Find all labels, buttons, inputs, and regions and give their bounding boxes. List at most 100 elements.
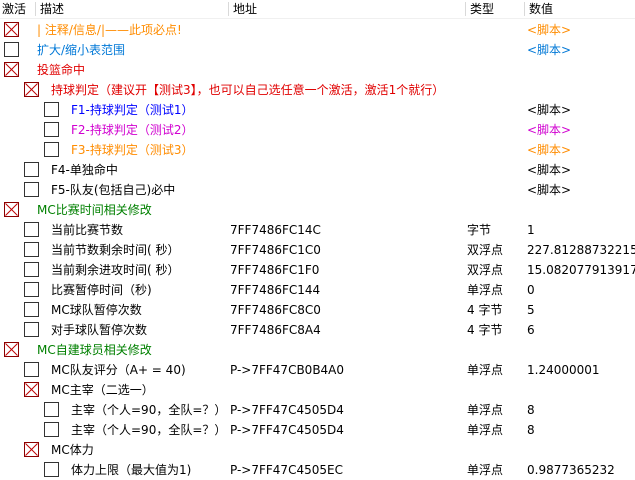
entry-description: F4-单独命中 <box>51 163 118 177</box>
entry-value[interactable]: 8 <box>527 400 535 420</box>
entry-type: 4 字节 <box>467 323 503 337</box>
column-header-address[interactable]: 地址 <box>233 1 257 17</box>
cheat-entry[interactable]: F3-持球判定（测试3） <脚本> <box>0 140 635 160</box>
entry-address: 7FF7486FC14C <box>230 223 321 237</box>
column-divider[interactable] <box>228 2 229 16</box>
entry-value[interactable]: 8 <box>527 420 535 440</box>
cheat-entry[interactable]: F5-队友(包括自己)必中 <脚本> <box>0 180 635 200</box>
cheat-entry[interactable]: 主宰（个人=90，全队=？） P->7FF47C4505D4 单浮点 8 <box>0 400 635 420</box>
cheat-entry[interactable]: 扩大/缩小表范围 <脚本> <box>0 40 635 60</box>
entry-value[interactable]: <脚本> <box>527 100 571 120</box>
entry-value[interactable]: 227.812887322158 <box>527 240 635 260</box>
activate-checkbox[interactable] <box>24 182 39 197</box>
entry-description: 投篮命中 <box>37 63 86 77</box>
entry-description: 对手球队暂停次数 <box>51 323 148 337</box>
entry-description: MC比赛时间相关修改 <box>37 203 152 217</box>
entry-value[interactable]: 0 <box>527 280 535 300</box>
activate-checkbox[interactable] <box>44 402 59 417</box>
entry-value[interactable]: 15.0820779139176 <box>527 260 635 280</box>
activate-checkbox[interactable] <box>24 302 39 317</box>
activate-checkbox[interactable] <box>4 62 19 77</box>
entry-value[interactable]: 1 <box>527 220 535 240</box>
activate-checkbox[interactable] <box>4 22 19 37</box>
entry-type: 单浮点 <box>467 423 504 437</box>
activate-checkbox[interactable] <box>4 342 19 357</box>
entry-value[interactable]: 0.9877365232 <box>527 460 615 480</box>
entry-address: P->7FF47C4505D4 <box>230 423 344 437</box>
cheat-entry[interactable]: MC球队暂停次数 7FF7486FC8C0 4 字节 5 <box>0 300 635 320</box>
entry-type: 双浮点 <box>467 263 504 277</box>
entry-type: 单浮点 <box>467 403 504 417</box>
entry-description: 当前节数剩余时间( 秒） <box>51 243 180 257</box>
activate-checkbox[interactable] <box>44 102 59 117</box>
cheat-entry[interactable]: 对手球队暂停次数 7FF7486FC8A4 4 字节 6 <box>0 320 635 340</box>
entry-value[interactable]: 6 <box>527 320 535 340</box>
entry-value[interactable]: <脚本> <box>527 40 571 60</box>
entry-description: MC体力 <box>51 443 94 457</box>
activate-checkbox[interactable] <box>44 142 59 157</box>
entry-value[interactable]: <脚本> <box>527 160 571 180</box>
column-header-description[interactable]: 描述 <box>40 1 64 17</box>
entry-address: 7FF7486FC1C0 <box>230 243 321 257</box>
cheat-entry[interactable]: 主宰（个人=90，全队=？） P->7FF47C4505D4 单浮点 8 <box>0 420 635 440</box>
entry-value[interactable]: <脚本> <box>527 120 571 140</box>
column-divider[interactable] <box>524 2 525 16</box>
cheat-entry[interactable]: | 注释/信息/|——此项必点! <脚本> <box>0 20 635 40</box>
entry-address: 7FF7486FC8A4 <box>230 323 321 337</box>
activate-checkbox[interactable] <box>24 222 39 237</box>
entry-address: P->7FF47C4505D4 <box>230 403 344 417</box>
cheat-entry[interactable]: F1-持球判定（测试1） <脚本> <box>0 100 635 120</box>
activate-checkbox[interactable] <box>24 362 39 377</box>
activate-checkbox[interactable] <box>24 242 39 257</box>
entry-description: 比赛暂停时间（秒) <box>51 283 152 297</box>
activate-checkbox[interactable] <box>24 162 39 177</box>
activate-checkbox[interactable] <box>24 382 39 397</box>
table-header: 激活 描述 地址 类型 数值 <box>0 0 635 19</box>
entry-type: 双浮点 <box>467 243 504 257</box>
cheat-entry[interactable]: 当前节数剩余时间( 秒） 7FF7486FC1C0 双浮点 227.812887… <box>0 240 635 260</box>
entry-type: 单浮点 <box>467 463 504 477</box>
cheat-entry[interactable]: 比赛暂停时间（秒) 7FF7486FC144 单浮点 0 <box>0 280 635 300</box>
entry-value[interactable]: 1.24000001 <box>527 360 600 380</box>
cheat-entry[interactable]: 持球判定（建议开【测试3】，也可以自己选任意一个激活，激活1个就行） <box>0 80 635 100</box>
activate-checkbox[interactable] <box>24 262 39 277</box>
activate-checkbox[interactable] <box>44 462 59 477</box>
cheat-entry[interactable]: MC比赛时间相关修改 <box>0 200 635 220</box>
entry-value[interactable]: 5 <box>527 300 535 320</box>
entry-value[interactable]: <脚本> <box>527 180 571 200</box>
activate-checkbox[interactable] <box>44 122 59 137</box>
column-header-active[interactable]: 激活 <box>2 1 26 17</box>
activate-checkbox[interactable] <box>4 42 19 57</box>
cheat-entry[interactable]: 投篮命中 <box>0 60 635 80</box>
cheat-entry[interactable]: MC队友评分（A+ = 40) P->7FF47CB0B4A0 单浮点 1.24… <box>0 360 635 380</box>
cheat-entry[interactable]: F4-单独命中 <脚本> <box>0 160 635 180</box>
entry-description: 持球判定（建议开【测试3】，也可以自己选任意一个激活，激活1个就行） <box>51 83 445 97</box>
cheat-entry[interactable]: 体力上限（最大值为1) P->7FF47C4505EC 单浮点 0.987736… <box>0 460 635 480</box>
activate-checkbox[interactable] <box>24 282 39 297</box>
cheat-entry[interactable]: MC体力 <box>0 440 635 460</box>
cheat-entry[interactable]: MC主宰（二选一） <box>0 380 635 400</box>
cheat-entry[interactable]: 当前比赛节数 7FF7486FC14C 字节 1 <box>0 220 635 240</box>
entry-description: 当前剩余进攻时间( 秒） <box>51 263 180 277</box>
column-header-value[interactable]: 数值 <box>529 1 553 17</box>
entry-description: MC球队暂停次数 <box>51 303 142 317</box>
entry-description: 扩大/缩小表范围 <box>37 43 126 57</box>
entry-type: 4 字节 <box>467 303 503 317</box>
activate-checkbox[interactable] <box>24 322 39 337</box>
activate-checkbox[interactable] <box>24 82 39 97</box>
column-header-type[interactable]: 类型 <box>470 1 494 17</box>
entry-type: 单浮点 <box>467 283 504 297</box>
column-divider[interactable] <box>465 2 466 16</box>
cheat-entry[interactable]: F2-持球判定（测试2） <脚本> <box>0 120 635 140</box>
column-divider[interactable] <box>35 2 36 16</box>
entry-value[interactable]: <脚本> <box>527 20 571 40</box>
entry-value[interactable]: <脚本> <box>527 140 571 160</box>
activate-checkbox[interactable] <box>44 422 59 437</box>
entry-description: MC自建球员相关修改 <box>37 343 152 357</box>
entry-description: F3-持球判定（测试3） <box>71 143 194 157</box>
entry-address: 7FF7486FC144 <box>230 283 321 297</box>
activate-checkbox[interactable] <box>4 202 19 217</box>
activate-checkbox[interactable] <box>24 442 39 457</box>
cheat-entry[interactable]: MC自建球员相关修改 <box>0 340 635 360</box>
cheat-entry[interactable]: 当前剩余进攻时间( 秒） 7FF7486FC1F0 双浮点 15.0820779… <box>0 260 635 280</box>
